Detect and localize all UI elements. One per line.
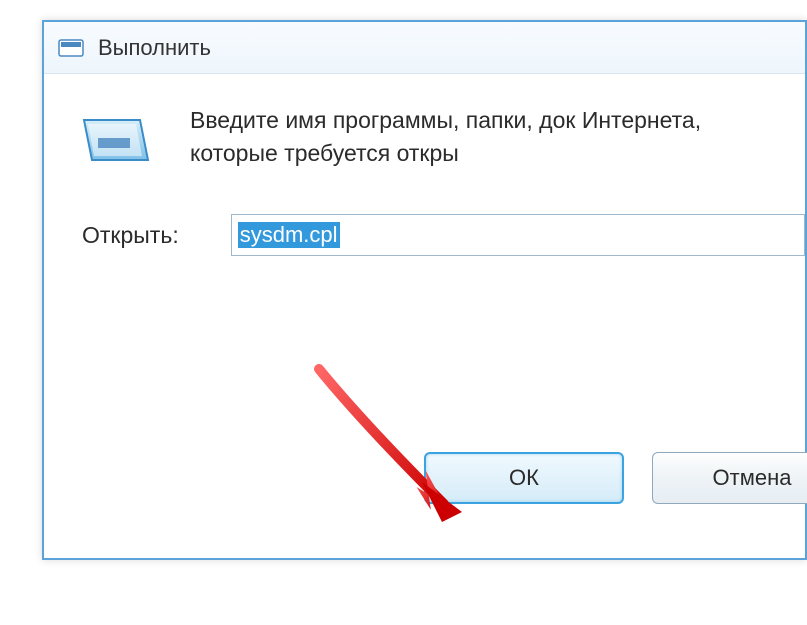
- instruction-row: Введите имя программы, папки, док Интерн…: [74, 104, 805, 172]
- run-large-icon: [80, 112, 152, 172]
- dialog-content: Введите имя программы, папки, док Интерн…: [44, 74, 805, 256]
- ok-button[interactable]: ОК: [424, 452, 624, 504]
- command-input-value: sysdm.cpl: [238, 222, 340, 248]
- run-icon: [58, 38, 84, 58]
- run-dialog-window: Выполнить Введите имя программы, папк: [42, 20, 807, 560]
- command-input[interactable]: sysdm.cpl: [231, 214, 805, 256]
- cancel-button[interactable]: Отмена: [652, 452, 807, 504]
- instruction-text: Введите имя программы, папки, док Интерн…: [190, 104, 750, 171]
- button-row: ОК Отмена: [424, 452, 807, 504]
- window-title: Выполнить: [98, 35, 211, 61]
- input-row: Открыть: sysdm.cpl: [82, 214, 805, 256]
- open-label: Открыть:: [82, 222, 179, 249]
- titlebar[interactable]: Выполнить: [44, 22, 805, 74]
